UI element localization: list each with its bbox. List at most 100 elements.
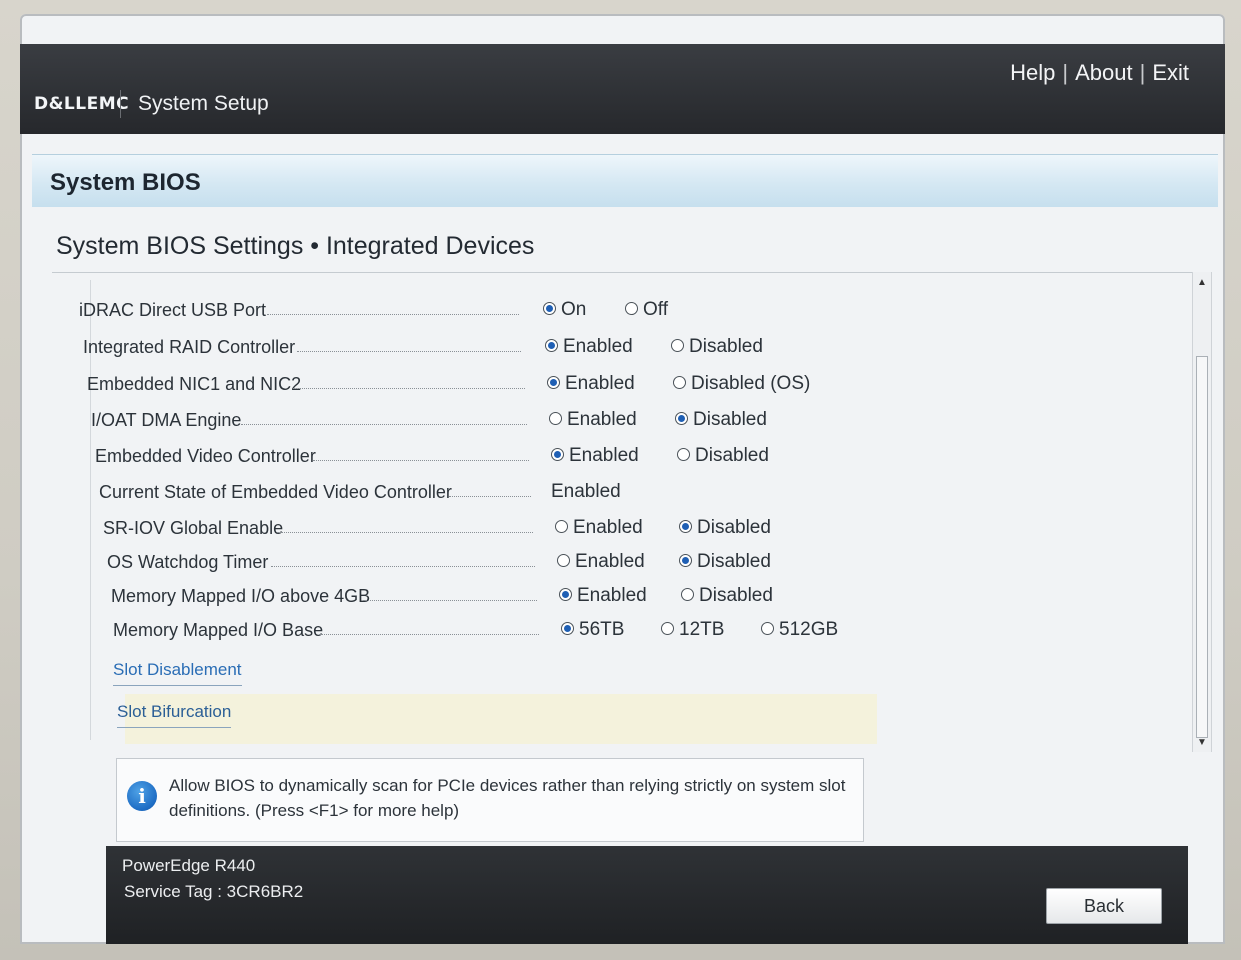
setting-label: I/OAT DMA Engine	[91, 410, 242, 430]
scroll-up-arrow-icon[interactable]: ▲	[1195, 276, 1209, 290]
option-enabled[interactable]: Enabled	[555, 517, 643, 539]
leader-dots	[241, 424, 527, 425]
setting-label: Current State of Embedded Video Controll…	[99, 482, 452, 502]
leader-dots	[363, 600, 537, 601]
app-title: System Setup	[138, 92, 269, 115]
option-enabled[interactable]: Enabled	[547, 373, 635, 395]
option-56tb[interactable]: 56TB	[561, 619, 624, 641]
option-label: 512GB	[779, 619, 839, 640]
option-disabled-os[interactable]: Disabled (OS)	[673, 373, 810, 395]
radio-icon	[677, 448, 690, 462]
option-disabled[interactable]: Disabled	[677, 445, 769, 467]
option-disabled[interactable]: Disabled	[679, 517, 771, 539]
slot-disablement-link[interactable]: Slot Disablement	[113, 660, 242, 686]
settings-scrollbar[interactable]: ▲ ▼	[1192, 272, 1212, 752]
option-label: Disabled	[697, 517, 771, 538]
option-enabled[interactable]: Enabled	[549, 409, 637, 431]
setting-row-nic: Embedded NIC1 and NIC2 Enabled Disabled …	[87, 370, 871, 400]
help-box: i Allow BIOS to dynamically scan for PCI…	[116, 758, 864, 842]
setting-row-mmio-4gb: Memory Mapped I/O above 4GB Enabled Disa…	[91, 582, 871, 612]
option-label: Disabled	[697, 551, 771, 572]
selected-row-highlight	[125, 694, 877, 744]
radio-icon	[661, 622, 674, 636]
slot-bifurcation-link[interactable]: Slot Bifurcation	[117, 702, 232, 728]
option-disabled[interactable]: Disabled	[679, 551, 771, 573]
option-label: Enabled	[573, 517, 643, 538]
leader-dots	[277, 532, 533, 533]
option-enabled[interactable]: Enabled	[551, 445, 639, 467]
setting-label: SR-IOV Global Enable	[103, 518, 284, 538]
option-enabled[interactable]: Enabled	[559, 585, 647, 607]
option-label: Enabled	[563, 336, 633, 357]
radio-icon	[681, 588, 694, 602]
setting-row-raid: Integrated RAID Controller Enabled Disab…	[83, 333, 871, 363]
setting-row-watchdog: OS Watchdog Timer Enabled Disabled	[91, 548, 871, 578]
dell-emc-logo: D&LLEMC	[34, 94, 130, 114]
section-title: System BIOS	[50, 169, 201, 196]
option-label: Enabled	[575, 551, 645, 572]
leader-dots	[271, 566, 535, 567]
option-512gb[interactable]: 512GB	[761, 619, 838, 641]
option-label: Disabled	[689, 336, 763, 357]
radio-selected-icon	[543, 302, 556, 316]
header-bar: D&LLEMC System Setup Help | About | Exit	[20, 44, 1225, 134]
setting-label: Embedded NIC1 and NIC2	[87, 374, 302, 394]
radio-selected-icon	[545, 339, 558, 353]
option-12tb[interactable]: 12TB	[661, 619, 724, 641]
subtitle-divider	[52, 272, 1202, 273]
setting-label: Memory Mapped I/O Base	[113, 620, 324, 640]
option-label: Disabled (OS)	[691, 373, 811, 394]
info-icon: i	[127, 781, 157, 811]
setting-row-video: Embedded Video Controller Enabled Disabl…	[91, 442, 871, 472]
exit-link[interactable]: Exit	[1152, 60, 1189, 85]
scrollbar-thumb[interactable]	[1196, 356, 1208, 738]
radio-selected-icon	[547, 376, 560, 390]
option-label: Disabled	[699, 585, 773, 606]
radio-icon	[555, 520, 568, 534]
leader-dots	[313, 460, 529, 461]
setting-row-mmio-base: Memory Mapped I/O Base 56TB 12TB 512GB	[91, 616, 871, 646]
setting-label: Embedded Video Controller	[95, 446, 316, 466]
help-text: Allow BIOS to dynamically scan for PCIe …	[169, 776, 846, 820]
setting-row-sriov: SR-IOV Global Enable Enabled Disabled	[91, 514, 871, 544]
option-label: Off	[643, 299, 668, 320]
help-link[interactable]: Help	[1010, 60, 1055, 85]
option-label: Enabled	[569, 445, 639, 466]
radio-icon	[673, 376, 686, 390]
link-divider: |	[1062, 60, 1069, 85]
option-on[interactable]: On	[543, 299, 586, 321]
leader-dots	[267, 314, 519, 315]
option-disabled[interactable]: Disabled	[675, 409, 767, 431]
option-label: 56TB	[579, 619, 625, 640]
setting-label: Memory Mapped I/O above 4GB	[111, 586, 371, 606]
option-label: Enabled	[577, 585, 647, 606]
option-disabled[interactable]: Disabled	[671, 336, 763, 358]
setting-label: OS Watchdog Timer	[107, 552, 269, 572]
option-enabled[interactable]: Enabled	[545, 336, 633, 358]
radio-icon	[671, 339, 684, 353]
option-label: Disabled	[693, 409, 767, 430]
radio-selected-icon	[551, 448, 564, 462]
radio-selected-icon	[679, 554, 692, 568]
setting-value: Enabled	[551, 481, 621, 502]
service-tag: Service Tag : 3CR6BR2	[124, 882, 304, 901]
option-disabled[interactable]: Disabled	[681, 585, 773, 607]
option-label: Disabled	[695, 445, 769, 466]
back-button[interactable]: Back	[1046, 888, 1162, 924]
setting-row-ioat: I/OAT DMA Engine Enabled Disabled	[91, 406, 871, 436]
setting-row-idrac-usb: iDRAC Direct USB Port On Off	[79, 296, 871, 326]
bios-screen: D&LLEMC System Setup Help | About | Exit Sys…	[20, 14, 1225, 944]
about-link[interactable]: About	[1075, 60, 1133, 85]
radio-icon	[625, 302, 638, 316]
leader-dots	[297, 351, 521, 352]
radio-icon	[761, 622, 774, 636]
option-enabled[interactable]: Enabled	[557, 551, 645, 573]
option-label: Enabled	[567, 409, 637, 430]
setting-label: Integrated RAID Controller	[83, 337, 296, 357]
radio-icon	[549, 412, 562, 426]
scroll-down-arrow-icon[interactable]: ▼	[1195, 736, 1209, 750]
option-off[interactable]: Off	[625, 299, 668, 321]
leader-dots	[319, 634, 539, 635]
settings-panel: iDRAC Direct USB Port On Off Integrated …	[79, 280, 1196, 744]
footer-bar: PowerEdge R440 Service Tag : 3CR6BR2 Bac…	[106, 846, 1188, 944]
